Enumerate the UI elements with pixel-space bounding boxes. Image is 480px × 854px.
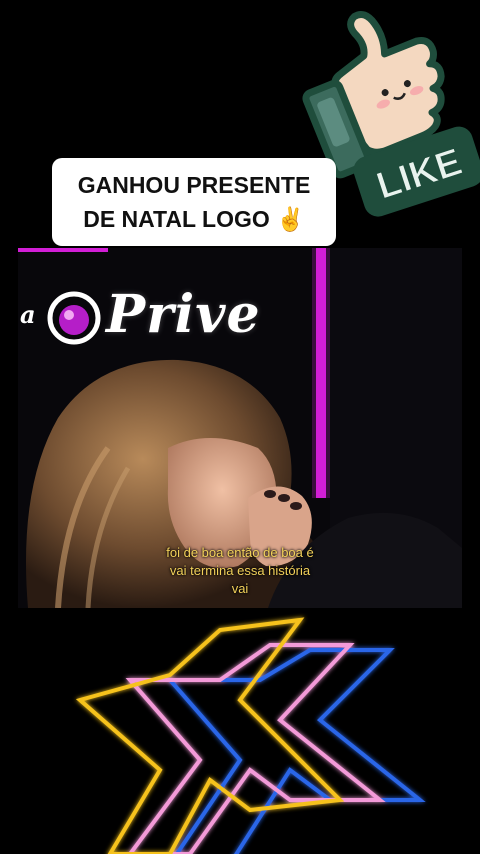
caption-card: GANHOU PRESENTE DE NATAL LOGO ✌️ xyxy=(52,158,336,246)
caption-line-1: GANHOU PRESENTE xyxy=(77,172,311,198)
prive-logo-text: Prive xyxy=(106,284,261,345)
neon-x-graphic xyxy=(75,617,426,854)
prive-logo-icon xyxy=(47,291,101,345)
subtitle-line-3: vai xyxy=(231,581,249,596)
video-subtitles: foi de boa então de boa é vai termina es… xyxy=(18,544,462,598)
subtitle-line-1: foi de boa então de boa é xyxy=(166,545,314,560)
prive-logo-partial: a xyxy=(20,300,36,329)
subtitle-line-2: vai termina essa história xyxy=(169,563,311,578)
video-frame[interactable]: a Prive foi de boa então de boa é vai te… xyxy=(18,248,462,608)
caption-line-2: DE NATAL LOGO ✌️ xyxy=(83,206,305,232)
